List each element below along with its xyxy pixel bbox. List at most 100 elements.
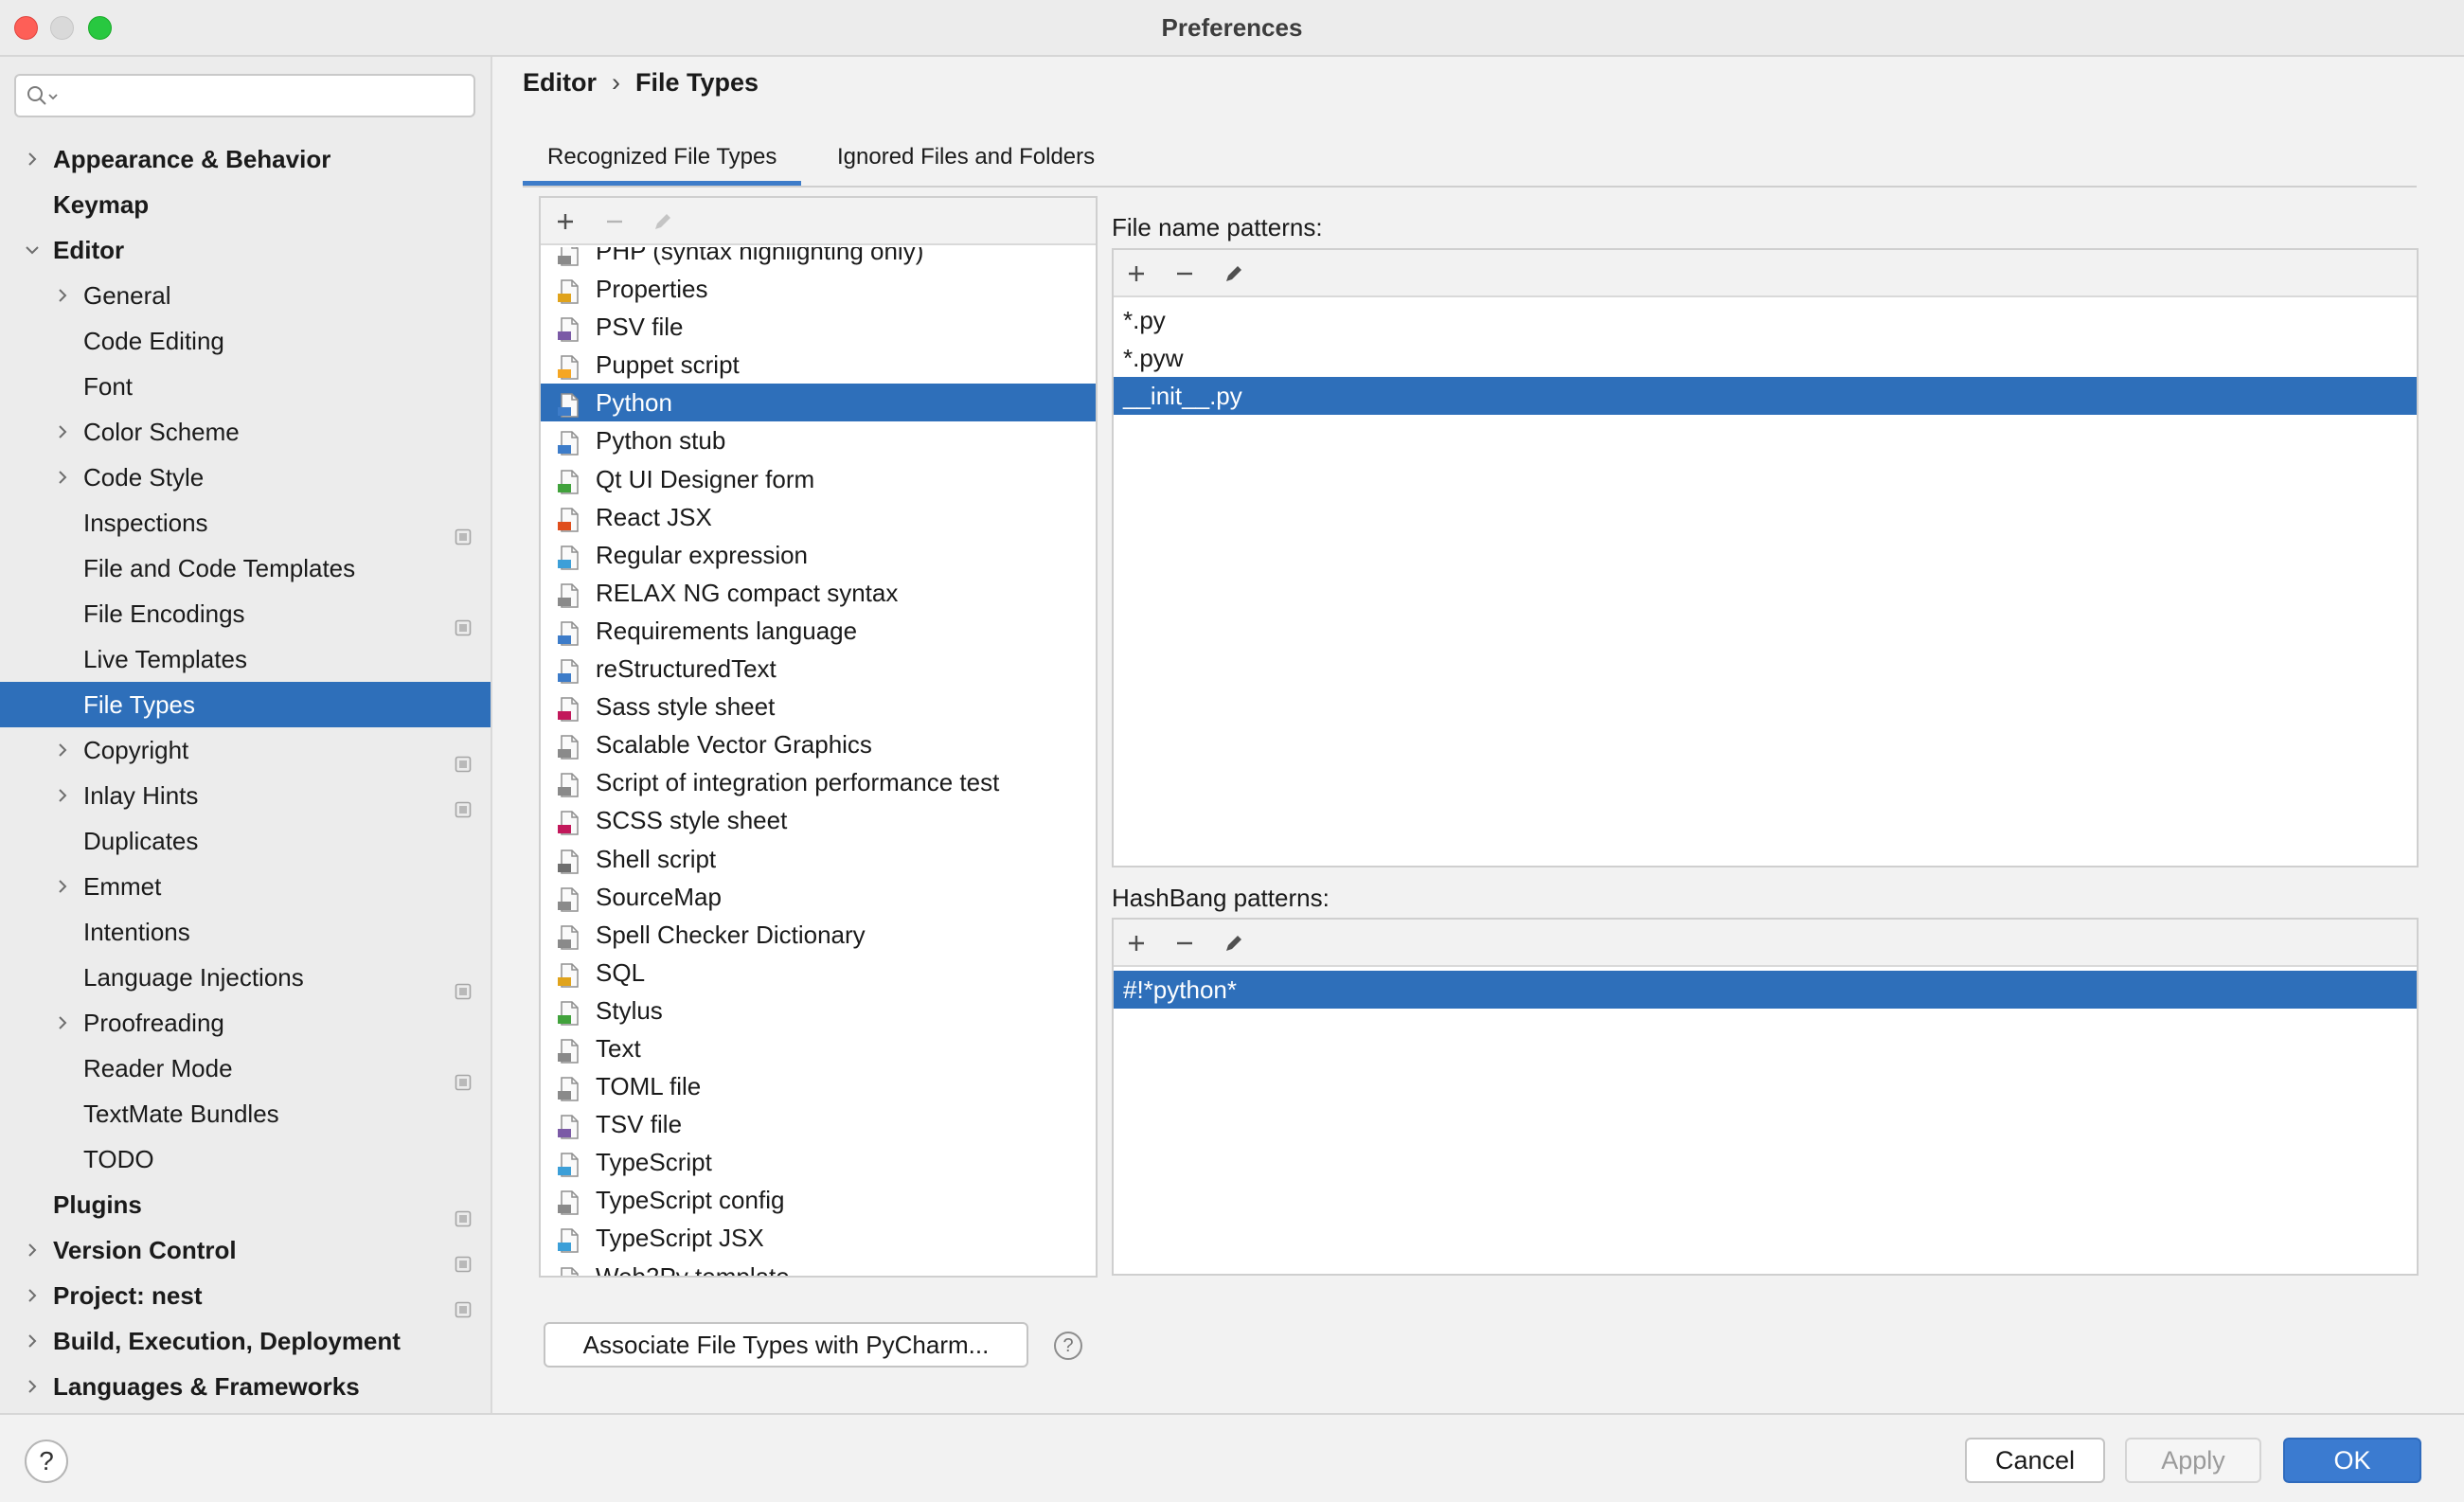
apply-button[interactable]: Apply	[2125, 1438, 2261, 1483]
ok-button[interactable]: OK	[2283, 1438, 2421, 1483]
file-type-row[interactable]: TypeScript	[541, 1143, 1096, 1181]
sidebar-item-textmate-bundles[interactable]: TextMate Bundles	[0, 1091, 491, 1136]
file-type-row[interactable]: SCSS style sheet	[541, 801, 1096, 839]
file-type-row[interactable]: RELAX NG compact syntax	[541, 574, 1096, 612]
sidebar-item-code-style[interactable]: Code Style	[0, 455, 491, 500]
settings-search-input[interactable]	[14, 74, 475, 117]
sidebar-item-emmet[interactable]: Emmet	[0, 864, 491, 909]
file-name-pattern-row[interactable]: *.py	[1114, 301, 2417, 339]
project-level-setting-icon	[455, 605, 472, 636]
chevron-right-icon[interactable]	[23, 1227, 42, 1273]
chevron-right-icon[interactable]	[53, 773, 72, 818]
sidebar-item-file-encodings[interactable]: File Encodings	[0, 591, 491, 636]
sidebar-item-general[interactable]: General	[0, 273, 491, 318]
file-type-row[interactable]: TypeScript JSX	[541, 1219, 1096, 1257]
sidebar-item-languages-frameworks[interactable]: Languages & Frameworks	[0, 1364, 491, 1409]
file-type-row[interactable]: Puppet script	[541, 346, 1096, 384]
file-type-row[interactable]: PSV file	[541, 308, 1096, 346]
help-button[interactable]: ?	[25, 1439, 68, 1483]
file-type-row[interactable]: Script of integration performance test	[541, 763, 1096, 801]
sidebar-item-proofreading[interactable]: Proofreading	[0, 1000, 491, 1046]
chevron-right-icon[interactable]	[53, 273, 72, 318]
shell-file-icon	[557, 847, 581, 874]
file-type-row[interactable]: TOML file	[541, 1067, 1096, 1105]
file-type-row[interactable]: reStructuredText	[541, 650, 1096, 688]
file-type-row[interactable]: Sass style sheet	[541, 688, 1096, 725]
associate-help-icon[interactable]: ?	[1054, 1332, 1082, 1360]
edit-pattern-button[interactable]	[1220, 259, 1248, 288]
file-type-row[interactable]: Regular expression	[541, 536, 1096, 574]
add-file-type-button[interactable]	[551, 207, 580, 236]
project-level-setting-icon	[455, 969, 472, 1000]
file-type-row[interactable]: TypeScript config	[541, 1181, 1096, 1219]
file-type-row[interactable]: Web2Py template	[541, 1258, 1096, 1276]
sidebar-item-label: File Encodings	[83, 599, 245, 628]
sidebar-item-version-control[interactable]: Version Control	[0, 1227, 491, 1273]
tab-ignored-files-and-folders[interactable]: Ignored Files and Folders	[812, 138, 1119, 186]
file-type-row[interactable]: SQL	[541, 954, 1096, 992]
sidebar-item-project-nest[interactable]: Project: nest	[0, 1273, 491, 1318]
sidebar-item-appearance-behavior[interactable]: Appearance & Behavior	[0, 136, 491, 182]
file-types-list[interactable]: PHP (syntax highlighting only) Properties…	[541, 247, 1096, 1276]
sidebar-item-copyright[interactable]: Copyright	[0, 727, 491, 773]
sidebar-item-font[interactable]: Font	[0, 364, 491, 409]
sidebar-item-inspections[interactable]: Inspections	[0, 500, 491, 545]
breadcrumb-parent[interactable]: Editor	[523, 68, 597, 97]
tab-recognized-file-types[interactable]: Recognized File Types	[523, 138, 802, 186]
chevron-right-icon[interactable]	[53, 455, 72, 500]
file-type-row[interactable]: Shell script	[541, 840, 1096, 878]
file-type-row[interactable]: Python stub	[541, 421, 1096, 459]
sidebar-item-language-injections[interactable]: Language Injections	[0, 955, 491, 1000]
sidebar-item-reader-mode[interactable]: Reader Mode	[0, 1046, 491, 1091]
pencil-icon	[1226, 936, 1241, 951]
file-type-row[interactable]: Properties	[541, 270, 1096, 308]
chevron-right-icon[interactable]	[53, 1000, 72, 1046]
file-name-pattern-row[interactable]: *.pyw	[1114, 339, 2417, 377]
hashbang-pattern-row[interactable]: #!*python*	[1114, 971, 2417, 1009]
plus-icon	[1129, 936, 1144, 951]
chevron-right-icon[interactable]	[23, 1364, 42, 1409]
file-type-row[interactable]: SourceMap	[541, 878, 1096, 916]
edit-file-type-button[interactable]	[649, 207, 677, 236]
sidebar-item-duplicates[interactable]: Duplicates	[0, 818, 491, 864]
associate-file-types-button[interactable]: Associate File Types with PyCharm...	[544, 1322, 1028, 1368]
edit-hashbang-button[interactable]	[1220, 929, 1248, 957]
chevron-right-icon[interactable]	[23, 1273, 42, 1318]
file-type-row[interactable]: PHP (syntax highlighting only)	[541, 247, 1096, 270]
chevron-down-icon[interactable]	[23, 227, 42, 273]
file-type-row[interactable]: Requirements language	[541, 612, 1096, 650]
sidebar-item-inlay-hints[interactable]: Inlay Hints	[0, 773, 491, 818]
sidebar-item-file-types[interactable]: File Types	[0, 682, 491, 727]
remove-file-type-button[interactable]	[600, 207, 629, 236]
sidebar-item-color-scheme[interactable]: Color Scheme	[0, 409, 491, 455]
sidebar-item-file-and-code-templates[interactable]: File and Code Templates	[0, 545, 491, 591]
sidebar-item-keymap[interactable]: Keymap	[0, 182, 491, 227]
file-type-name: Spell Checker Dictionary	[596, 920, 866, 949]
chevron-right-icon[interactable]	[53, 409, 72, 455]
file-type-row[interactable]: React JSX	[541, 498, 1096, 536]
file-type-row[interactable]: Scalable Vector Graphics	[541, 725, 1096, 763]
sidebar-item-code-editing[interactable]: Code Editing	[0, 318, 491, 364]
file-type-row[interactable]: TSV file	[541, 1105, 1096, 1143]
file-type-row[interactable]: Spell Checker Dictionary	[541, 916, 1096, 954]
add-pattern-button[interactable]	[1122, 259, 1151, 288]
file-type-row[interactable]: Stylus	[541, 992, 1096, 1029]
chevron-right-icon[interactable]	[53, 727, 72, 773]
cancel-button[interactable]: Cancel	[1965, 1438, 2105, 1483]
sidebar-item-intentions[interactable]: Intentions	[0, 909, 491, 955]
sidebar-item-live-templates[interactable]: Live Templates	[0, 636, 491, 682]
chevron-right-icon[interactable]	[23, 1318, 42, 1364]
file-type-row[interactable]: Text	[541, 1029, 1096, 1067]
sidebar-item-build-execution-deployment[interactable]: Build, Execution, Deployment	[0, 1318, 491, 1364]
file-name-pattern-row[interactable]: __init__.py	[1114, 377, 2417, 415]
add-hashbang-button[interactable]	[1122, 929, 1151, 957]
sidebar-item-plugins[interactable]: Plugins	[0, 1182, 491, 1227]
remove-hashbang-button[interactable]	[1170, 929, 1199, 957]
file-type-row[interactable]: Qt UI Designer form	[541, 460, 1096, 498]
file-type-row[interactable]: Python	[541, 384, 1096, 422]
remove-pattern-button[interactable]	[1170, 259, 1199, 288]
sidebar-item-todo[interactable]: TODO	[0, 1136, 491, 1182]
sidebar-item-editor[interactable]: Editor	[0, 227, 491, 273]
chevron-right-icon[interactable]	[53, 864, 72, 909]
chevron-right-icon[interactable]	[23, 136, 42, 182]
